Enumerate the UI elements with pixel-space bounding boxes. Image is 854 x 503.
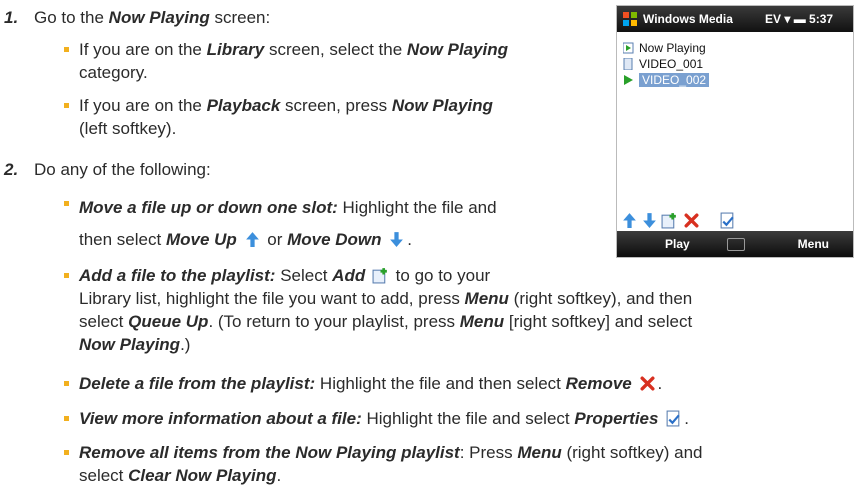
playlist-icon xyxy=(623,42,634,54)
bullet-view: View more information about a file: High… xyxy=(64,407,849,430)
bullet-clear: Remove all items from the Now Playing pl… xyxy=(64,441,849,487)
title-bar: Windows Media EV ▾ ▬ 5:37 xyxy=(617,6,853,32)
step-number: 1. xyxy=(4,8,19,27)
phone-screenshot: Windows Media EV ▾ ▬ 5:37 Now Playing VI… xyxy=(616,5,854,258)
add-icon[interactable] xyxy=(661,212,678,229)
bullet-delete: Delete a file from the playlist: Highlig… xyxy=(64,372,849,395)
move-down-icon[interactable] xyxy=(641,212,658,229)
bullet-playback: If you are on the Playback screen, press… xyxy=(64,94,619,140)
file-icon xyxy=(623,58,633,70)
bullet-library: If you are on the Library screen, select… xyxy=(64,38,619,84)
move-down-icon xyxy=(390,232,404,247)
remove-icon xyxy=(639,376,655,391)
bullet-add: Add a file to the playlist: Select Add t… xyxy=(64,264,849,356)
list-item[interactable]: VIDEO_001 xyxy=(617,56,853,72)
list-item-selected[interactable]: VIDEO_002 xyxy=(617,72,853,88)
properties-icon xyxy=(666,410,680,427)
app-title: Windows Media xyxy=(643,12,733,26)
step-number: 2. xyxy=(4,160,19,179)
add-icon xyxy=(372,268,387,284)
right-softkey[interactable]: Menu xyxy=(798,231,829,257)
left-softkey[interactable]: Play xyxy=(665,231,690,257)
move-up-icon[interactable] xyxy=(621,212,638,229)
move-up-icon xyxy=(245,232,259,247)
properties-icon[interactable] xyxy=(719,212,736,229)
remove-icon[interactable] xyxy=(683,212,700,229)
list-header[interactable]: Now Playing xyxy=(617,40,853,56)
playlist-toolbar xyxy=(617,210,853,232)
step-2: 2. Do any of the following: xyxy=(4,160,211,179)
step-1: 1. Go to the Now Playing screen: xyxy=(4,8,271,27)
playlist: Now Playing VIDEO_001 VIDEO_002 xyxy=(617,40,853,88)
keyboard-icon[interactable] xyxy=(727,238,745,251)
windows-flag-icon xyxy=(623,12,637,26)
play-indicator-icon xyxy=(624,75,633,85)
status-indicators: EV ▾ ▬ 5:37 xyxy=(765,12,834,26)
bullet-move: Move a file up or down one slot: Highlig… xyxy=(64,192,619,256)
softkey-bar: Play Menu xyxy=(617,231,853,257)
